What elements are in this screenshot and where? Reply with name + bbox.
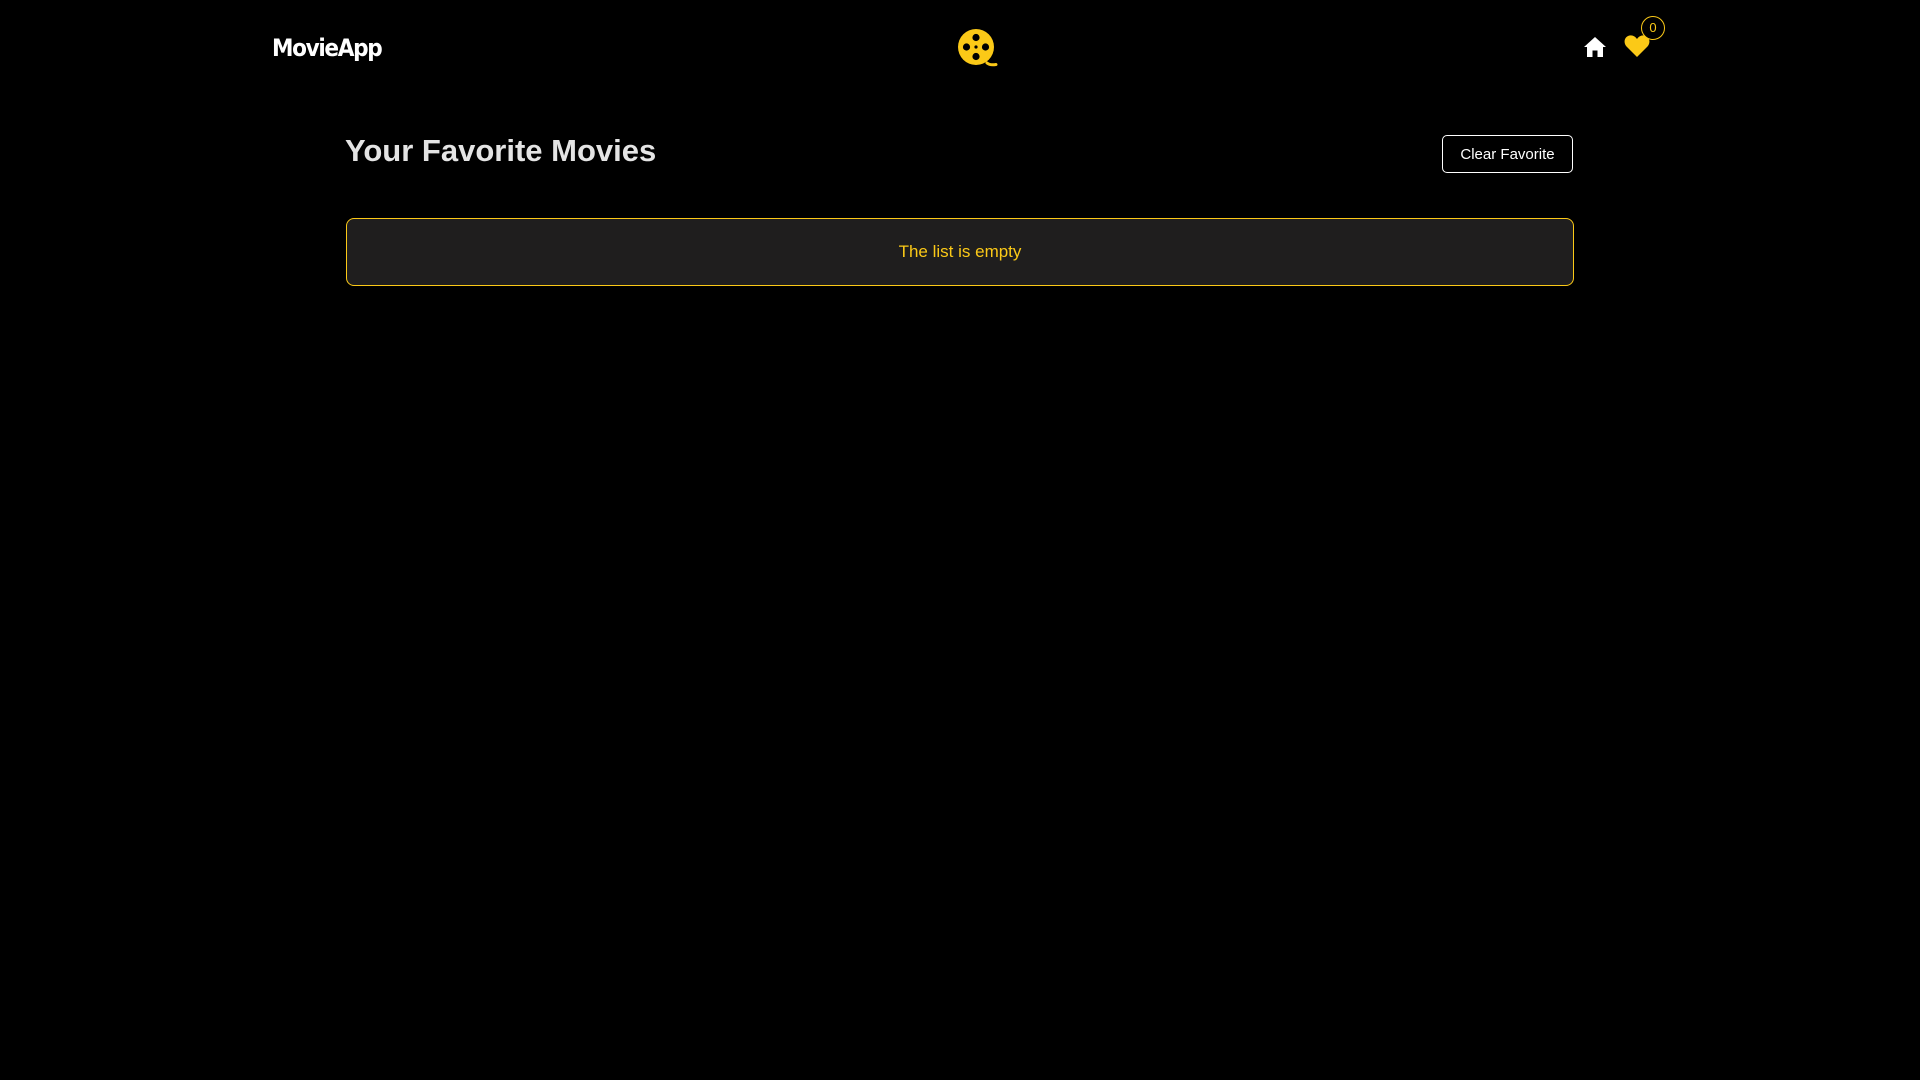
home-link[interactable] xyxy=(1583,36,1607,58)
empty-list-panel: The list is empty xyxy=(346,218,1574,286)
empty-list-message: The list is empty xyxy=(898,242,1022,261)
clear-favorite-button[interactable]: Clear Favorite xyxy=(1442,135,1573,173)
favorites-count-badge: 0 xyxy=(1641,16,1665,40)
navbar: MovieApp 0 xyxy=(0,0,1920,96)
page-title: Your Favorite Movies xyxy=(345,133,657,168)
film-reel-icon xyxy=(958,29,998,67)
home-icon xyxy=(1584,37,1606,57)
brand-link[interactable]: MovieApp xyxy=(272,33,383,63)
